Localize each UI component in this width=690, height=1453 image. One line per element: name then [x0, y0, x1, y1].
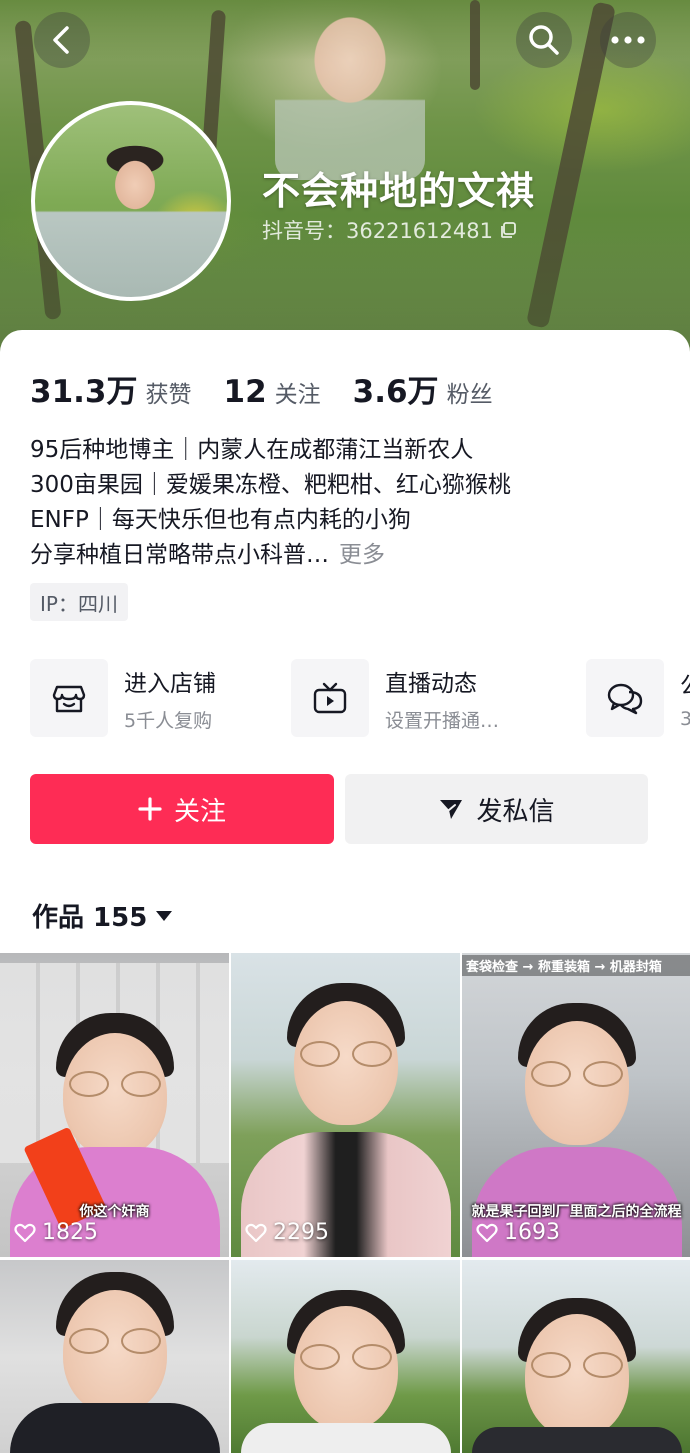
- heart-icon: [245, 1223, 267, 1242]
- thumb-body: [240, 1423, 451, 1453]
- avatar[interactable]: [31, 101, 231, 301]
- shortcut-title: 进入店铺: [124, 670, 216, 697]
- thumb-glasses: [68, 1328, 161, 1354]
- chat-icon-box: [586, 659, 664, 737]
- video-caption: 你这个奸商: [79, 1204, 150, 1220]
- caret-down-icon[interactable]: [155, 910, 173, 922]
- search-icon: [529, 25, 559, 55]
- video-thumbnail[interactable]: [462, 1260, 690, 1453]
- video-likes-count: 1825: [42, 1220, 98, 1245]
- shortcut-text: 直播动态 设置开播通…: [385, 664, 499, 733]
- heart-icon: [14, 1223, 36, 1242]
- douyin-id-text: 抖音号：36221612481: [262, 219, 493, 243]
- message-button[interactable]: 发私信: [345, 774, 648, 844]
- cover-tree: [470, 0, 480, 90]
- profile-stats: 31.3万 获赞 12 关注 3.6万 粉丝: [30, 366, 525, 411]
- store-icon: [52, 685, 86, 713]
- stat-likes: 31.3万 获赞: [30, 366, 192, 411]
- send-icon: [438, 797, 464, 821]
- video-likes: 1693: [476, 1220, 560, 1245]
- video-top-caption: 套袋检查 → 称重装箱 → 机器封箱: [462, 955, 690, 976]
- video-thumbnail[interactable]: [231, 1260, 460, 1453]
- search-button[interactable]: [516, 12, 572, 68]
- profile-cover: 不会种地的文祺 抖音号：36221612481: [0, 0, 690, 360]
- store-icon-box: [30, 659, 108, 737]
- live-icon-box: [291, 659, 369, 737]
- stat-label: 获赞: [145, 382, 192, 408]
- more-dots-icon: [611, 36, 645, 44]
- shortcut-store[interactable]: 进入店铺 5千人复购: [30, 658, 216, 738]
- shortcut-title: 直播动态: [385, 670, 477, 697]
- thumb-body: [9, 1403, 220, 1453]
- video-thumbnail[interactable]: 你这个奸商 1825: [0, 953, 229, 1257]
- stat-following[interactable]: 12 关注: [224, 374, 321, 410]
- chat-bubbles-icon: [607, 683, 643, 715]
- live-tv-icon: [313, 682, 347, 714]
- shortcut-subtitle: 设置开播通…: [385, 709, 500, 732]
- stat-followers[interactable]: 3.6万 粉丝: [353, 366, 493, 411]
- shortcut-subtitle: 3: [680, 708, 690, 730]
- video-thumbnail[interactable]: 2295: [231, 953, 460, 1257]
- shortcut-text: 进入店铺 5千人复购: [124, 664, 216, 733]
- message-button-label: 发私信: [476, 796, 555, 827]
- stat-value: 3.6万: [352, 374, 439, 410]
- video-likes-count: 1693: [504, 1220, 560, 1245]
- profile-bio: 95后种地博主｜内蒙人在成都蒲江当新农人 300亩果园｜爱媛果冻橙、粑粑柑、红心…: [30, 433, 660, 573]
- plus-icon: [138, 797, 162, 821]
- thumb-body: [471, 1427, 682, 1453]
- video-thumbnail[interactable]: [0, 1260, 229, 1453]
- bio-line: ENFP｜每天快乐但也有点内耗的小狗: [30, 507, 411, 533]
- video-likes: 1825: [14, 1220, 98, 1245]
- copy-icon[interactable]: [499, 221, 517, 239]
- thumb-glasses: [530, 1061, 623, 1087]
- bio-line-last: 分享种植日常略带点小科普… 更多: [30, 538, 660, 573]
- back-icon: [53, 26, 69, 54]
- cover-photo-person: [275, 0, 425, 180]
- heart-icon: [476, 1223, 498, 1242]
- bio-line: 95后种地博主｜内蒙人在成都蒲江当新农人: [30, 437, 474, 463]
- video-caption: 就是果子回到厂里面之后的全流程: [471, 1204, 682, 1220]
- thumb-glasses: [530, 1352, 623, 1378]
- douyin-id[interactable]: 抖音号：36221612481: [262, 215, 517, 245]
- thumb-glasses: [299, 1344, 392, 1370]
- thumb-glasses: [68, 1071, 161, 1097]
- stat-label: 粉丝: [446, 382, 493, 408]
- thumb-glasses: [299, 1041, 392, 1067]
- profile-shortcuts: 进入店铺 5千人复购 直播动态 设置开播通… 3: [30, 658, 690, 738]
- shortcut-live[interactable]: 直播动态 设置开播通…: [291, 658, 499, 738]
- works-tab-label: 作品 155: [32, 903, 148, 933]
- ip-location-tag: IP：四川: [30, 583, 128, 621]
- shortcut-text: 公 3: [680, 666, 690, 730]
- video-likes-count: 2295: [273, 1220, 329, 1245]
- video-thumbnail[interactable]: 套袋检查 → 称重装箱 → 机器封箱 就是果子回到厂里面之后的全流程 1693: [462, 953, 690, 1257]
- shortcut-subtitle: 5千人复购: [124, 709, 213, 732]
- stat-value: 31.3万: [30, 374, 138, 410]
- follow-button-label: 关注: [173, 796, 226, 827]
- shortcut-group-chat[interactable]: 公 3: [586, 658, 690, 738]
- bio-line-text: 分享种植日常略带点小科普…: [30, 542, 329, 568]
- shortcut-title: 公: [680, 666, 690, 700]
- profile-nickname: 不会种地的文祺: [262, 169, 536, 213]
- tab-works[interactable]: 作品 155: [32, 897, 173, 934]
- stat-label: 关注: [274, 382, 321, 408]
- bio-line: 300亩果园｜爱媛果冻橙、粑粑柑、红心猕猴桃: [30, 472, 511, 498]
- follow-button[interactable]: 关注: [30, 774, 334, 844]
- more-options-button[interactable]: [600, 12, 656, 68]
- stat-value: 12: [223, 374, 267, 410]
- video-likes: 2295: [245, 1220, 329, 1245]
- back-button[interactable]: [34, 12, 90, 68]
- bio-more-link[interactable]: 更多: [339, 542, 385, 568]
